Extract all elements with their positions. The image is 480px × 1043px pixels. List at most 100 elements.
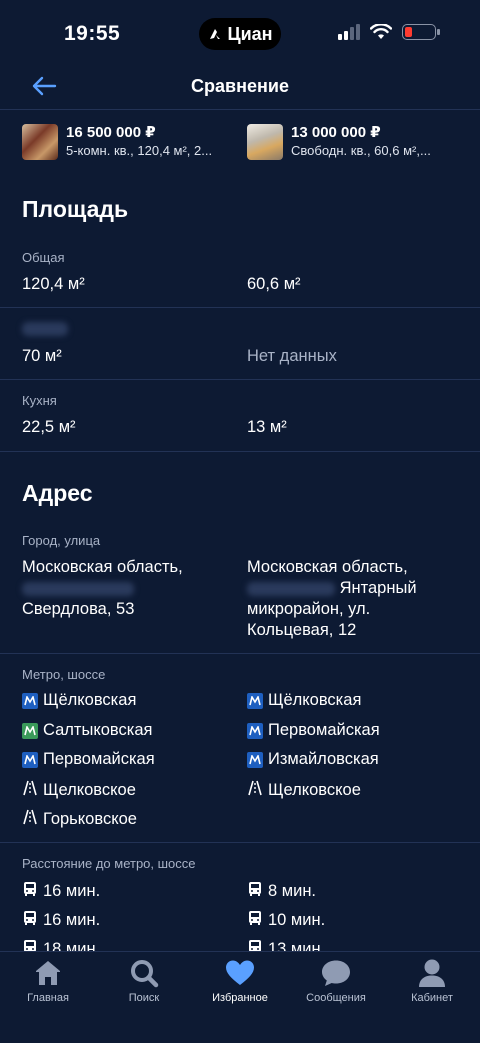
metro-icon [22, 692, 38, 709]
kitchen-area-value-2: 13 м² [247, 418, 287, 436]
metro-item: Щёлковская [22, 691, 136, 710]
listing-card-2[interactable]: 13 000 000 ₽ Свободн. кв., 60,6 м²,... [247, 124, 431, 160]
section-title-area: Площадь [22, 196, 129, 222]
metro-name: Первомайская [43, 750, 155, 768]
address-line: Свердлова, 53 [22, 600, 135, 618]
search-icon [131, 960, 159, 988]
metro-item: Первомайская [247, 721, 380, 740]
tab-search[interactable]: Поиск [96, 958, 192, 1004]
address-line: Кольцевая, 12 [247, 621, 357, 639]
distance-item: 10 мин. [247, 910, 325, 931]
metro-icon [22, 722, 38, 739]
distance-item: 16 мин. [22, 881, 100, 902]
metro-icon [247, 751, 263, 768]
listing-price: 13 000 000 ₽ [291, 124, 381, 141]
wifi-icon [370, 24, 392, 39]
tab-bar: Главная Поиск Избранное Сообщения Кабине… [0, 951, 480, 1043]
divider [0, 307, 480, 308]
distance-value: 8 мин. [268, 882, 317, 900]
metro-item: Первомайская [22, 750, 155, 769]
chat-icon [322, 960, 350, 986]
tab-label: Кабинет [411, 992, 453, 1004]
battery-icon [402, 24, 440, 40]
listing-description: Свободн. кв., 60,6 м²,... [291, 143, 431, 158]
address-line: Московская область, [22, 558, 183, 576]
status-icons [338, 24, 440, 40]
highway-name: Щелковское [268, 781, 361, 799]
metro-item: Щёлковская [247, 691, 361, 710]
living-area-label [22, 320, 68, 336]
address-line: Янтарный [247, 578, 417, 599]
highway-item: Горьковское [22, 809, 137, 830]
tab-messages[interactable]: Сообщения [288, 958, 384, 1004]
metro-icon [22, 751, 38, 768]
tab-favorites[interactable]: Избранное [192, 958, 288, 1004]
tab-label: Сообщения [306, 992, 366, 1004]
divider [0, 451, 480, 452]
highway-item: Щелковское [247, 780, 361, 801]
address-line-blurred [22, 578, 183, 599]
metro-name: Салтыковская [43, 721, 153, 739]
city-street-label: Город, улица [22, 533, 101, 548]
metro-label: Метро, шоссе [22, 667, 106, 682]
listing-photo [247, 124, 283, 160]
tab-label: Поиск [128, 992, 160, 1004]
metro-name: Измайловская [268, 750, 379, 768]
distance-value: 16 мин. [43, 882, 101, 900]
metro-icon [247, 692, 263, 709]
tab-label: Избранное [212, 992, 268, 1004]
highway-name: Щелковское [43, 781, 136, 799]
blurred-text [22, 581, 134, 596]
bus-icon [247, 910, 263, 931]
address-line-tail: Янтарный [339, 579, 417, 597]
bus-icon [22, 910, 38, 931]
living-area-value-2: Нет данных [247, 347, 337, 365]
metro-item: Салтыковская [22, 721, 152, 740]
listing-card-1[interactable]: 16 500 000 ₽ 5-комн. кв., 120,4 м², 2... [22, 124, 212, 160]
total-area-value-1: 120,4 м² [22, 275, 85, 293]
tab-home[interactable]: Главная [0, 958, 96, 1004]
status-time: 19:55 [64, 22, 121, 45]
metro-item: Измайловская [247, 750, 379, 769]
blurred-text [247, 581, 335, 596]
listing-photo [22, 124, 58, 160]
heart-icon [226, 960, 254, 985]
address-value-1: Московская область, Свердлова, 53 [22, 557, 183, 620]
cellular-signal-icon [338, 24, 360, 40]
road-icon [247, 780, 263, 801]
home-icon [36, 961, 60, 985]
living-area-value-1: 70 м² [22, 347, 62, 365]
highway-name: Горьковское [43, 810, 137, 828]
metro-name: Щёлковская [43, 691, 137, 709]
distance-item: 16 мин. [22, 910, 100, 931]
metro-name: Щёлковская [268, 691, 362, 709]
distance-value: 10 мин. [268, 911, 326, 929]
road-icon [22, 780, 38, 801]
tab-label: Главная [27, 992, 69, 1004]
status-bar: 19:55 Циан [0, 0, 480, 64]
road-icon [22, 809, 38, 830]
bus-icon [247, 881, 263, 902]
divider [0, 653, 480, 654]
kitchen-area-value-1: 22,5 м² [22, 418, 76, 436]
kitchen-area-label: Кухня [22, 393, 57, 408]
page-title: Сравнение [191, 76, 289, 96]
address-line: микрорайон, ул. [247, 600, 371, 618]
metro-name: Первомайская [268, 721, 380, 739]
address-line: Московская область, [247, 558, 408, 576]
total-area-label: Общая [22, 250, 65, 265]
tab-profile[interactable]: Кабинет [384, 958, 480, 1004]
nav-bar: Сравнение [0, 64, 480, 110]
cian-logo-icon [210, 29, 221, 39]
compared-listings: 16 500 000 ₽ 5-комн. кв., 120,4 м², 2...… [0, 110, 480, 178]
metro-icon [247, 722, 263, 739]
profile-icon [419, 959, 445, 987]
highway-item: Щелковское [22, 780, 136, 801]
address-value-2: Московская область, Янтарный микрорайон,… [247, 557, 417, 641]
blurred-text [22, 321, 68, 336]
bus-icon [22, 881, 38, 902]
total-area-value-2: 60,6 м² [247, 275, 301, 293]
island-label: Циан [227, 23, 273, 44]
divider [0, 842, 480, 843]
distance-item: 8 мин. [247, 881, 316, 902]
